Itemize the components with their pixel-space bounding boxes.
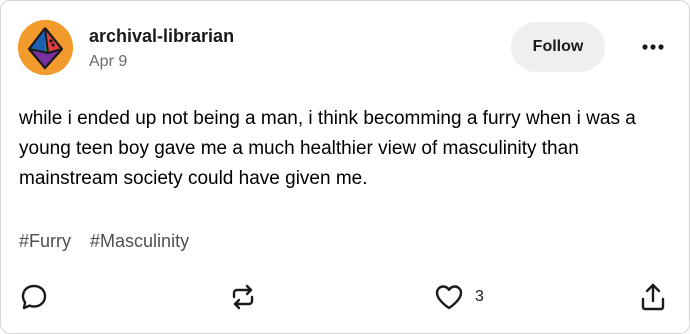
more-options-button[interactable]	[633, 32, 673, 62]
avatar[interactable]	[18, 20, 73, 75]
like-button[interactable]: 3	[434, 279, 484, 315]
tag-furry[interactable]: #Furry	[19, 231, 71, 251]
share-upload-icon	[641, 283, 665, 311]
post-card: archival-librarian Apr 9 Follow while i …	[0, 0, 690, 334]
reply-button[interactable]	[20, 279, 48, 315]
post-body: while i ended up not being a man, i thin…	[19, 108, 636, 189]
tag-masculinity[interactable]: #Masculinity	[90, 231, 189, 251]
reblog-arrows-icon	[232, 284, 254, 310]
share-button[interactable]	[639, 279, 667, 315]
speech-bubble-icon	[21, 284, 47, 310]
post-author[interactable]: archival-librarian	[89, 26, 234, 47]
reblog-button[interactable]	[228, 279, 258, 315]
post-date[interactable]: Apr 9	[89, 53, 127, 71]
post-tags: #Furry #Masculinity	[19, 231, 203, 252]
avatar-dice-icon	[18, 20, 73, 75]
post-actions: 3	[1, 279, 689, 315]
follow-button[interactable]: Follow	[511, 22, 605, 72]
more-horizontal-icon	[642, 44, 664, 50]
heart-outline-icon	[435, 285, 463, 310]
like-count: 3	[475, 288, 484, 305]
post-header: archival-librarian Apr 9 Follow	[18, 20, 675, 78]
